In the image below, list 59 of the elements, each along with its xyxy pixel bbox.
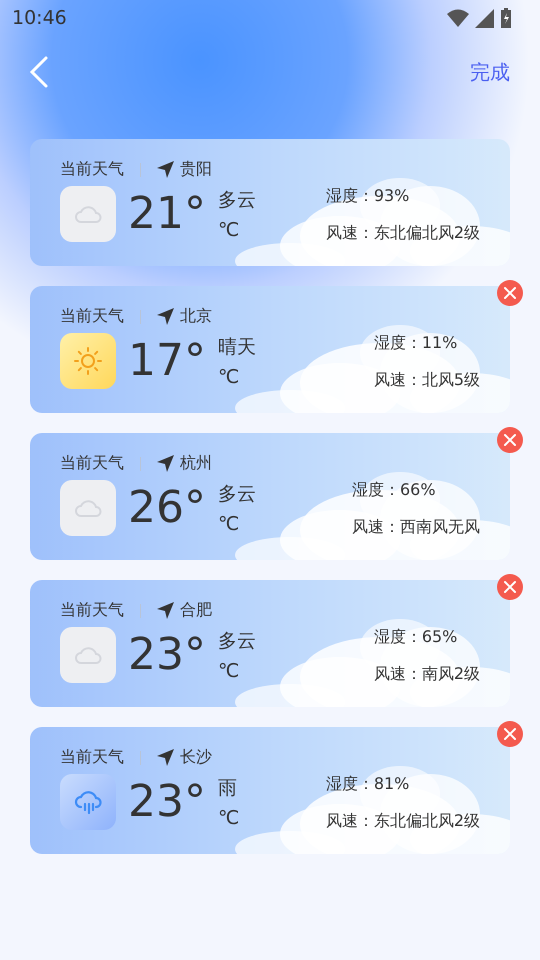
close-icon (503, 433, 517, 447)
wind-speed: 风速：南风2级 (374, 664, 480, 685)
humidity: 湿度：11% (374, 333, 458, 354)
label: 当前天气 (60, 306, 124, 327)
city-name: 长沙 (180, 747, 212, 768)
city-name: 合肥 (180, 600, 212, 621)
status-time: 10:46 (12, 7, 67, 29)
unit: ℃ (218, 366, 240, 388)
delete-button[interactable] (497, 574, 523, 600)
label: 当前天气 (60, 453, 124, 474)
rain-cloud-icon (74, 789, 102, 815)
wind-speed: 风速：东北偏北风2级 (326, 223, 480, 244)
humidity: 湿度：65% (374, 627, 458, 648)
condition: 多云 (218, 482, 256, 507)
close-icon (503, 727, 517, 741)
label: 当前天气 (60, 600, 124, 621)
temperature: 21° (128, 192, 206, 236)
location-arrow-icon (157, 602, 174, 619)
condition: 多云 (218, 629, 256, 654)
unit: ℃ (218, 807, 240, 829)
delete-button[interactable] (497, 280, 523, 306)
wind-speed: 风速：北风5级 (374, 370, 480, 391)
wifi-icon (447, 9, 469, 27)
unit: ℃ (218, 219, 240, 241)
cloud-icon (74, 204, 102, 224)
location-arrow-icon (157, 749, 174, 766)
cloud-icon (74, 645, 102, 665)
label: 当前天气 (60, 747, 124, 768)
signal-icon (475, 8, 494, 28)
location-arrow-icon (157, 308, 174, 325)
wind-speed: 风速：西南风无风 (352, 517, 480, 538)
back-button[interactable] (28, 55, 50, 89)
condition: 晴天 (218, 335, 256, 360)
wind-speed: 风速：东北偏北风2级 (326, 811, 480, 832)
done-button[interactable]: 完成 (470, 58, 510, 86)
humidity: 湿度：81% (326, 774, 410, 795)
cloud-icon (74, 498, 102, 518)
close-icon (503, 286, 517, 300)
location-arrow-icon (157, 455, 174, 472)
temperature: 23° (128, 780, 206, 824)
battery-icon (500, 8, 512, 28)
close-icon (503, 580, 517, 594)
temperature: 23° (128, 633, 206, 677)
humidity: 湿度：66% (352, 480, 437, 501)
city-name: 贵阳 (180, 159, 212, 180)
city-name: 杭州 (180, 453, 212, 474)
temperature: 26° (128, 486, 206, 530)
delete-button[interactable] (497, 721, 523, 747)
condition: 雨 (218, 776, 238, 801)
sun-icon (74, 347, 102, 375)
city-name: 北京 (180, 306, 212, 327)
condition: 多云 (218, 188, 256, 213)
delete-button[interactable] (497, 427, 523, 453)
location-arrow-icon (157, 161, 174, 178)
label: 当前天气 (60, 159, 124, 180)
temperature: 17° (128, 339, 206, 383)
unit: ℃ (218, 660, 240, 682)
humidity: 湿度：93% (326, 186, 410, 207)
unit: ℃ (218, 513, 240, 535)
